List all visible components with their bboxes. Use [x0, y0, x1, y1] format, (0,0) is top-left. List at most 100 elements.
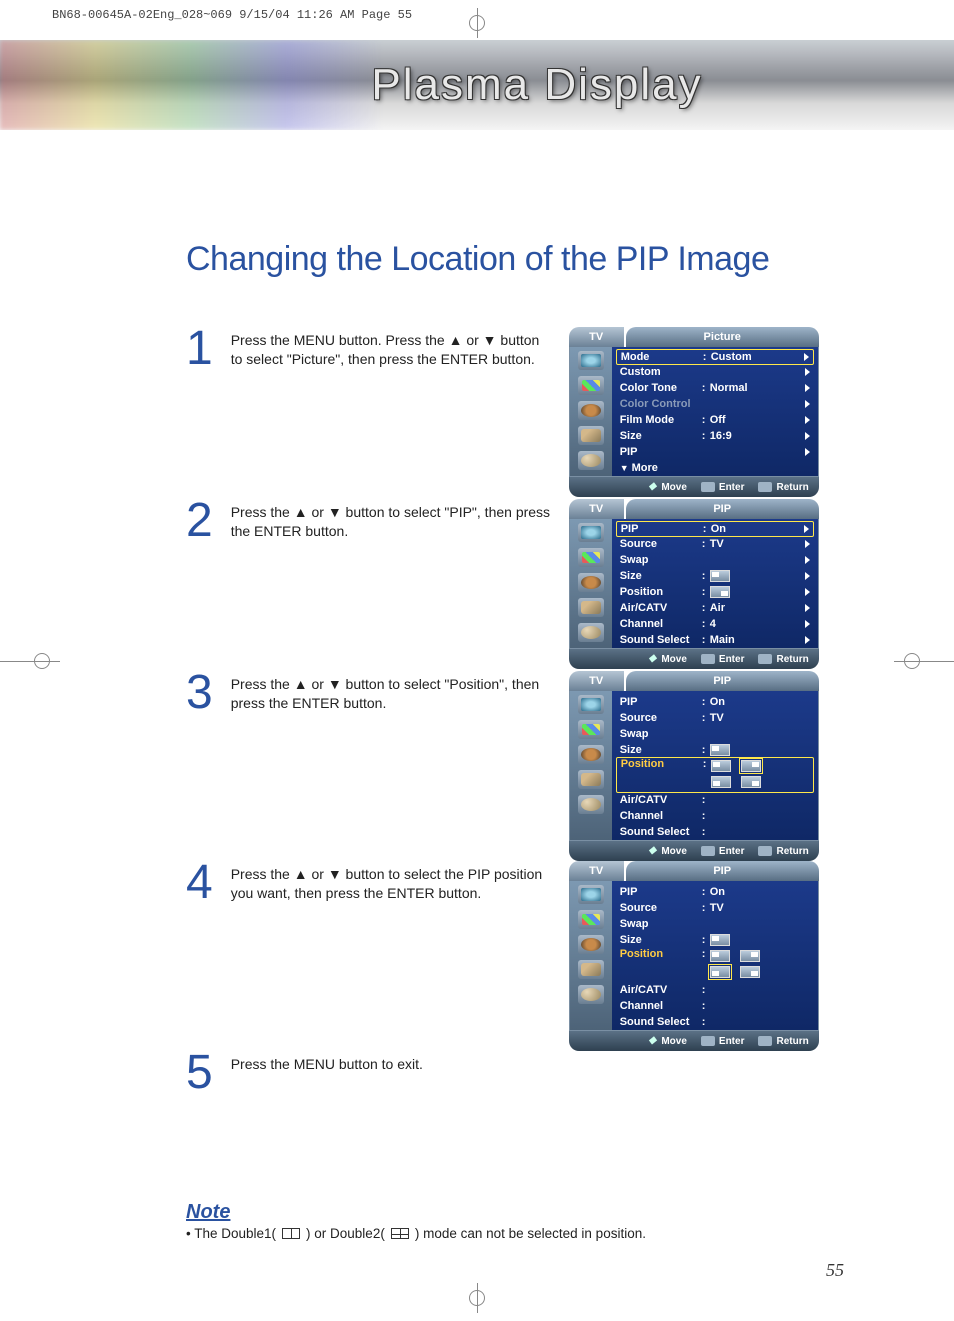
enter-icon	[701, 1036, 715, 1046]
osd-row-pip[interactable]: PIP: On	[616, 521, 814, 537]
osd-row-colortone[interactable]: Color Tone : Normal	[616, 380, 814, 396]
chevron-right-icon	[805, 432, 810, 440]
osd-row-source[interactable]: Source: TV	[616, 900, 814, 916]
osd-row-swap[interactable]: Swap	[616, 916, 814, 932]
position-option-bottom-left[interactable]	[711, 776, 731, 788]
step-number: 4	[186, 861, 213, 904]
page-number: 55	[826, 1260, 844, 1281]
osd-picture-menu: TV Picture Mode : C	[569, 327, 819, 497]
osd-row-swap[interactable]: Swap	[616, 726, 814, 742]
channel-icon	[578, 745, 604, 764]
chevron-right-icon	[805, 604, 810, 612]
position-option-bottom-left[interactable]	[710, 966, 730, 978]
chevron-right-icon	[805, 540, 810, 548]
updown-icon	[647, 1035, 657, 1047]
position-option-bottom-right[interactable]	[741, 776, 761, 788]
channel-icon	[578, 573, 604, 592]
osd-row-soundselect[interactable]: Sound Select: Main	[616, 632, 814, 648]
step-1: 1 Press the MENU button. Press the ▲ or …	[186, 327, 844, 499]
chevron-right-icon	[805, 556, 810, 564]
osd-row-soundselect[interactable]: Sound Select:	[616, 824, 814, 840]
osd-row-size[interactable]: Size : 16:9	[616, 428, 814, 444]
step-5: 5 Press the MENU button to exit.	[186, 1051, 844, 1111]
osd-row-channel[interactable]: Channel: 4	[616, 616, 814, 632]
osd-tab-tv: TV	[569, 671, 624, 691]
crop-mark-right	[894, 646, 954, 676]
double1-icon	[282, 1228, 300, 1239]
osd-row-pip[interactable]: PIP: On	[616, 694, 814, 710]
position-option-top-left[interactable]	[711, 760, 731, 772]
osd-row-size[interactable]: Size:	[616, 742, 814, 758]
updown-icon	[647, 845, 657, 857]
osd-label: Color Control	[620, 398, 702, 410]
osd-footer: Move Enter Return	[569, 649, 819, 669]
osd-label: Film Mode	[620, 414, 702, 426]
banner-title: Plasma Display	[371, 60, 702, 110]
crop-mark-top	[462, 8, 492, 38]
osd-tab-pip: PIP	[626, 671, 819, 691]
osd-row-position[interactable]: Position:	[616, 584, 814, 600]
crop-mark-left	[0, 646, 60, 676]
osd-row-aircatv[interactable]: Air/CATV:	[616, 982, 814, 998]
channel-icon	[578, 935, 604, 954]
osd-row-pip[interactable]: PIP: On	[616, 884, 814, 900]
step-text: Press the ▲ or ▼ button to select the PI…	[231, 861, 551, 903]
osd-row-custom[interactable]: Custom	[616, 364, 814, 380]
chevron-right-icon	[804, 525, 809, 533]
step-text: Press the ▲ or ▼ button to select "PIP",…	[231, 499, 551, 541]
osd-row-position[interactable]: Position:	[616, 948, 814, 982]
osd-row-more[interactable]: More	[616, 460, 814, 476]
osd-pip-menu: TV PIP PIP: On	[569, 499, 819, 669]
osd-row-size[interactable]: Size:	[616, 568, 814, 584]
setup-icon	[578, 598, 604, 617]
osd-row-aircatv[interactable]: Air/CATV:	[616, 792, 814, 808]
updown-icon	[647, 653, 657, 665]
sound-icon	[578, 720, 604, 739]
picture-icon	[578, 351, 604, 370]
function-icon	[578, 795, 604, 814]
osd-label: PIP	[620, 446, 702, 458]
enter-icon	[701, 482, 715, 492]
osd-row-position[interactable]: Position:	[616, 757, 814, 793]
position-option-top-right[interactable]	[740, 950, 760, 962]
osd-row-colorcontrol: Color Control	[616, 396, 814, 412]
enter-icon	[701, 846, 715, 856]
setup-icon	[578, 960, 604, 979]
chevron-right-icon	[805, 416, 810, 424]
osd-row-pip[interactable]: PIP	[616, 444, 814, 460]
osd-row-aircatv[interactable]: Air/CATV: Air	[616, 600, 814, 616]
return-icon	[758, 654, 772, 664]
channel-icon	[578, 401, 604, 420]
position-option-top-left[interactable]	[710, 950, 730, 962]
step-4: 4 Press the ▲ or ▼ button to select the …	[186, 861, 844, 1051]
function-icon	[578, 985, 604, 1004]
sound-icon	[578, 376, 604, 395]
osd-row-filmmode[interactable]: Film Mode : Off	[616, 412, 814, 428]
position-option-top-right[interactable]	[741, 760, 761, 772]
chevron-right-icon	[805, 368, 810, 376]
osd-row-source[interactable]: Source: TV	[616, 536, 814, 552]
osd-sidebar-icons	[570, 347, 612, 476]
osd-sidebar-icons	[570, 881, 612, 1030]
return-icon	[758, 482, 772, 492]
osd-row-channel[interactable]: Channel:	[616, 808, 814, 824]
step-3: 3 Press the ▲ or ▼ button to select "Pos…	[186, 671, 844, 861]
osd-row-source[interactable]: Source: TV	[616, 710, 814, 726]
osd-pip-position-menu: TV PIP PIP: On	[569, 671, 819, 861]
osd-row-channel[interactable]: Channel:	[616, 998, 814, 1014]
chevron-right-icon	[804, 353, 809, 361]
osd-row-soundselect[interactable]: Sound Select:	[616, 1014, 814, 1030]
osd-row-mode[interactable]: Mode : Custom	[616, 349, 814, 365]
double2-icon	[391, 1228, 409, 1239]
updown-icon	[647, 481, 657, 493]
function-icon	[578, 623, 604, 642]
chevron-right-icon	[805, 448, 810, 456]
chevron-right-icon	[805, 400, 810, 408]
position-grid	[710, 950, 762, 980]
chevron-right-icon	[805, 620, 810, 628]
osd-label: Mode	[621, 351, 703, 363]
osd-label: Custom	[620, 366, 702, 378]
osd-row-size[interactable]: Size:	[616, 932, 814, 948]
position-option-bottom-right[interactable]	[740, 966, 760, 978]
osd-row-swap[interactable]: Swap	[616, 552, 814, 568]
